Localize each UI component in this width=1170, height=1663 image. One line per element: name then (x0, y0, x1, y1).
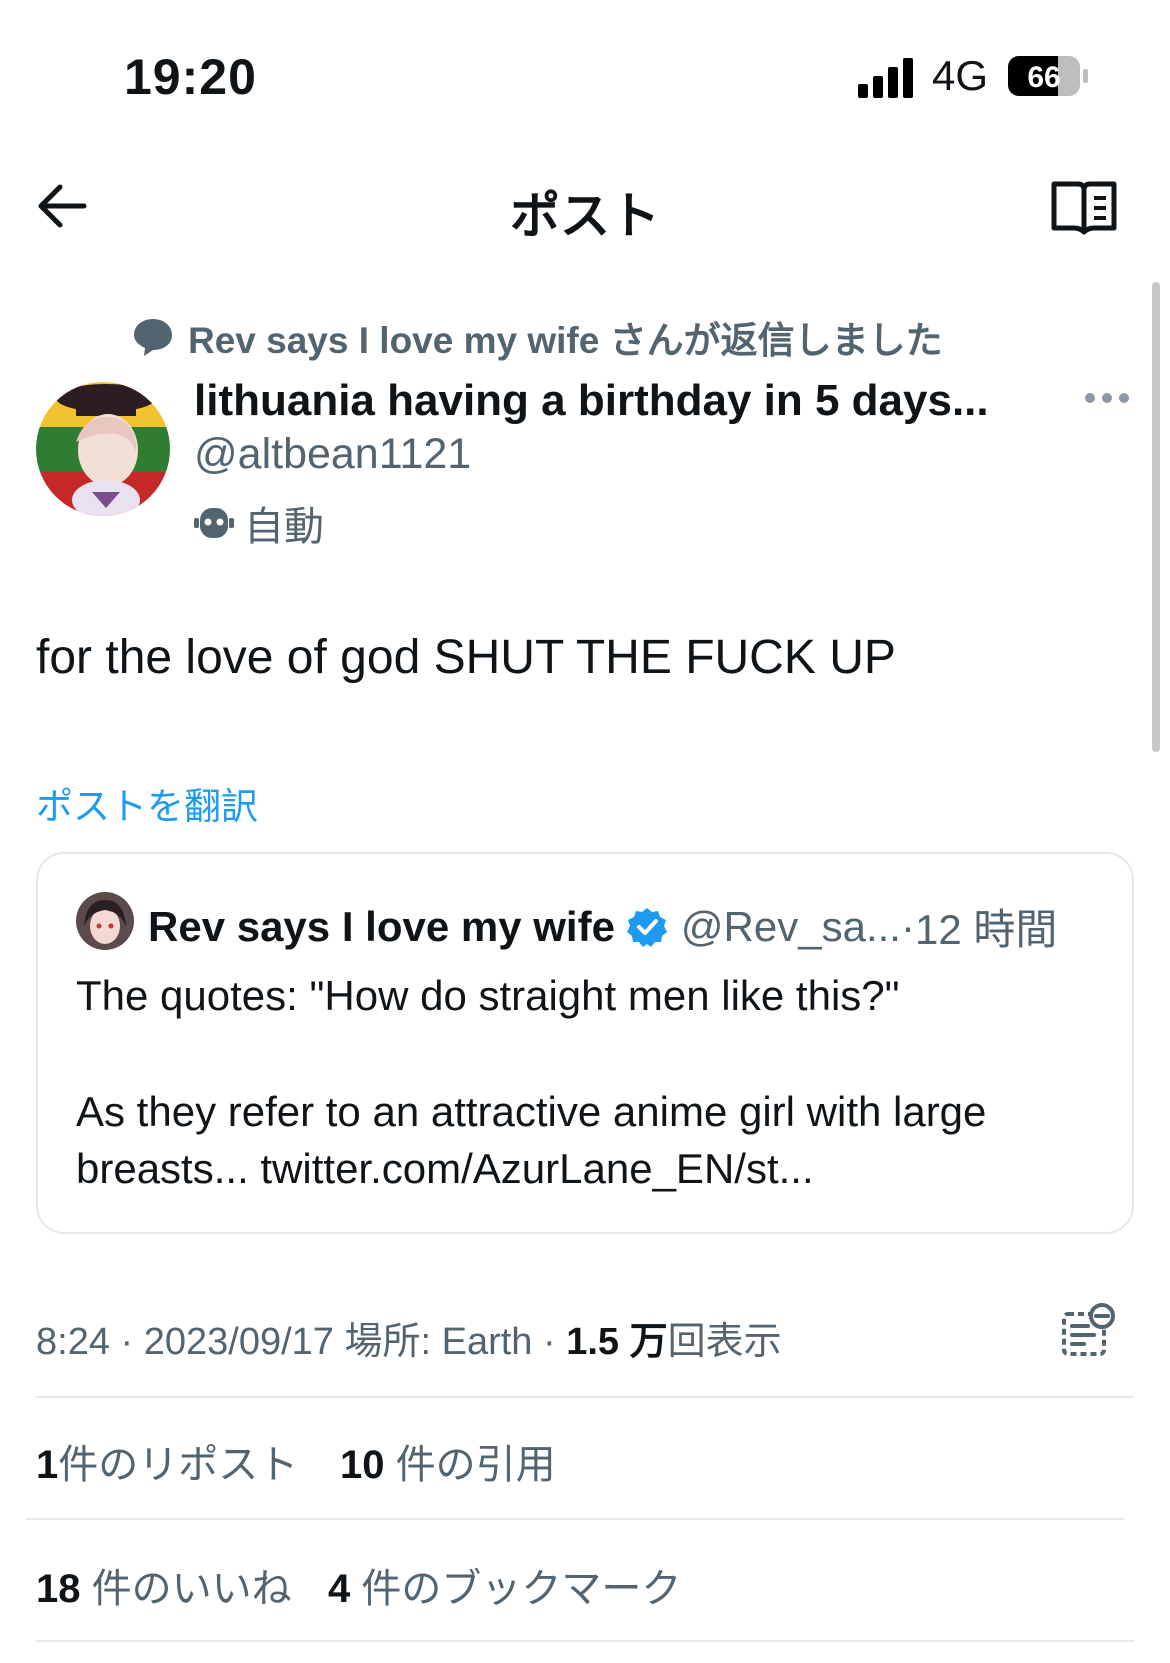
quoted-author-name[interactable]: Rev says I love my wife (148, 903, 615, 951)
robot-icon (194, 508, 234, 538)
quotes-stat[interactable]: 10 件の引用 (340, 1432, 556, 1490)
translate-link[interactable]: ポストを翻訳 (36, 776, 258, 830)
author-handle[interactable]: @altbean1121 (194, 430, 471, 479)
post-timestamp: 8:24 · 2023/09/17 (36, 1321, 345, 1363)
verified-badge-icon (626, 907, 667, 947)
quoted-text-line: The quotes: "How do straight men like th… (76, 972, 900, 1019)
analytics-icon[interactable] (1060, 1302, 1116, 1358)
divider (26, 1518, 1124, 1520)
likes-count: 18 (36, 1567, 81, 1611)
battery-icon: 66 (1008, 56, 1088, 96)
automated-label[interactable]: 自動 (194, 494, 324, 552)
reposts-count: 1 (36, 1443, 59, 1487)
quoted-author-handle[interactable]: @Rev_sa... (681, 903, 901, 951)
post-location: 場所: Earth · (344, 1321, 567, 1363)
quoted-avatar[interactable] (76, 892, 134, 950)
reply-context-text: Rev says I love my wife さんが返信しました (188, 320, 943, 361)
quoted-text-line: breasts... twitter.com/AzurLane_EN/st... (76, 1145, 814, 1192)
quoted-timestamp: 12 時間 (914, 906, 1058, 953)
more-options-icon[interactable] (1084, 388, 1130, 408)
cellular-signal-icon (858, 58, 913, 98)
reposts-stat[interactable]: 1件のリポスト (36, 1432, 298, 1490)
scrollbar[interactable] (1152, 282, 1160, 752)
network-type: 4G (932, 52, 989, 99)
bookmarks-stat[interactable]: 4 件のブックマーク (328, 1556, 681, 1614)
likes-stat[interactable]: 18 件のいいね (36, 1556, 292, 1614)
quotes-label: 件の引用 (384, 1443, 556, 1487)
view-count-label: 回表示 (667, 1321, 782, 1363)
status-time: 19:20 (124, 49, 257, 105)
speech-bubble-icon (134, 319, 172, 356)
reply-context[interactable]: Rev says I love my wife さんが返信しました (132, 310, 943, 364)
avatar[interactable] (36, 382, 170, 516)
reposts-label: 件のリポスト (58, 1443, 299, 1487)
divider (36, 1396, 1134, 1398)
view-count: 1.5 万 (566, 1321, 668, 1363)
likes-label: 件のいいね (80, 1567, 292, 1611)
post-text: for the love of god SHUT THE FUCK UP (36, 631, 896, 684)
quoted-header: Rev says I love my wife @Rev_sa... · 12 … (148, 896, 1057, 957)
automated-label-text: 自動 (244, 505, 324, 549)
bookmarks-count: 4 (328, 1567, 351, 1611)
book-icon[interactable] (1050, 180, 1118, 236)
author-name[interactable]: lithuania having a birthday in 5 days... (194, 376, 989, 426)
battery-level: 66 (1027, 61, 1060, 94)
quoted-separator: · (900, 902, 915, 950)
bookmarks-label: 件のブックマーク (350, 1567, 682, 1611)
quotes-count: 10 (340, 1443, 385, 1487)
divider (36, 1640, 1134, 1642)
post-meta: 8:24 · 2023/09/17 場所: Earth · 1.5 万回表示 (36, 1310, 782, 1365)
quoted-text-line: As they refer to an attractive anime gir… (76, 1088, 987, 1135)
page-title: ポスト (510, 188, 660, 244)
